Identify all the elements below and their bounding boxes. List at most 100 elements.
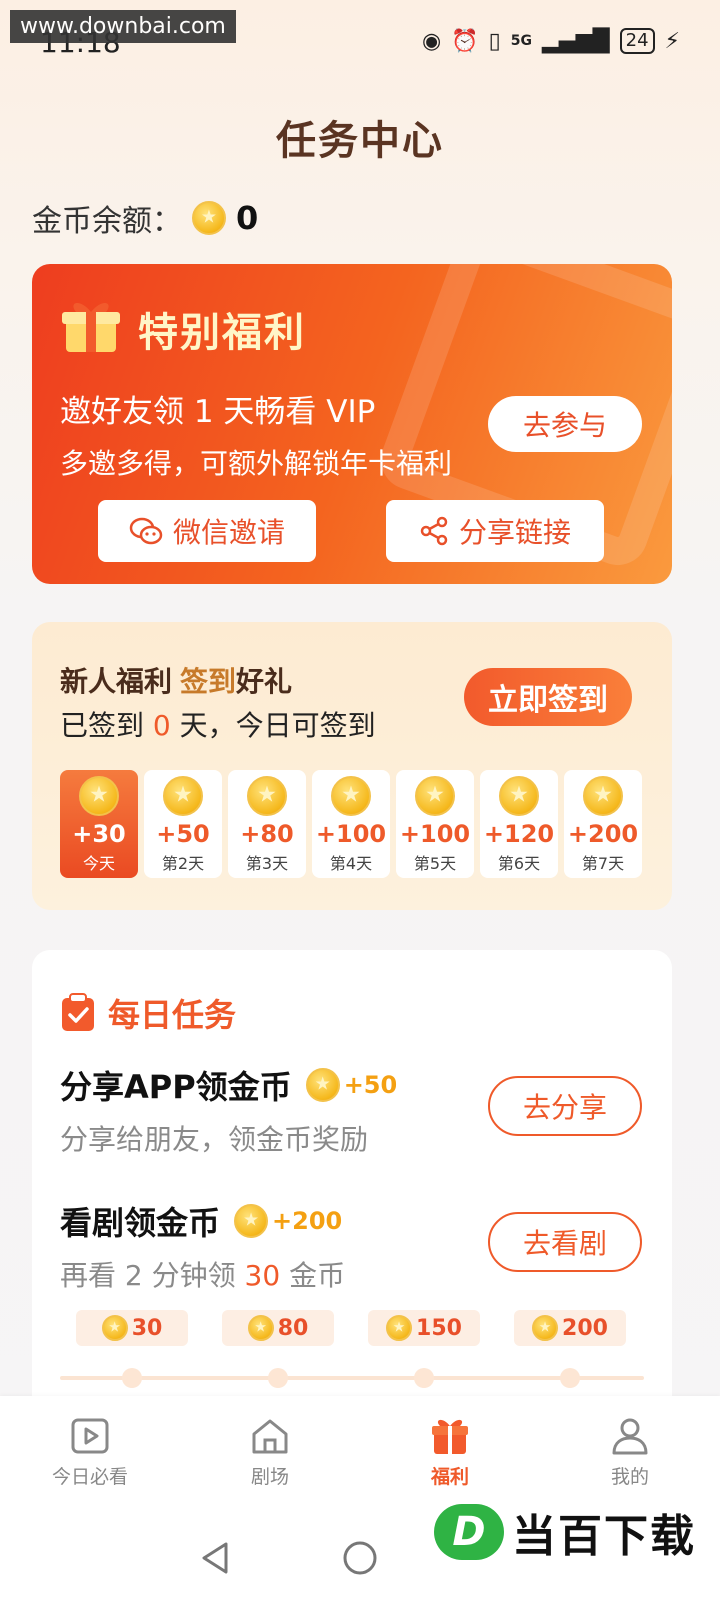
day-label: 第5天	[413, 854, 457, 873]
house-icon	[252, 1419, 288, 1453]
logo-text: 当百下载	[512, 1511, 696, 1562]
vibrate-icon: ▯	[488, 28, 501, 54]
milestone-badge: 200	[514, 1310, 626, 1346]
task-watch-desc-num: 30	[244, 1259, 281, 1292]
signin-days-count: 0	[152, 709, 171, 742]
day-label: 第4天	[329, 854, 373, 873]
back-icon[interactable]	[198, 1540, 232, 1576]
coin-icon	[305, 1068, 340, 1102]
network-label: 5G	[510, 33, 532, 49]
gift-icon	[432, 1419, 468, 1454]
coin-icon	[101, 1315, 128, 1341]
share-icon	[420, 516, 448, 546]
task-reward: +200	[234, 1204, 342, 1238]
coin-icon	[79, 776, 119, 816]
signin-button[interactable]: 立即签到	[464, 668, 632, 726]
signin-day[interactable]: +100 第5天	[396, 770, 474, 878]
site-logo: D 当百下载	[434, 1500, 696, 1564]
tab-welfare[interactable]: 福利	[385, 1414, 515, 1489]
signin-status: 已签到 0 天，今日可签到	[60, 704, 376, 744]
special-line-1: 邀好友领 1 天畅看 VIP	[60, 394, 376, 430]
share-link-label: 分享链接	[458, 516, 571, 549]
daily-tasks-title: 每日任务	[108, 996, 237, 1034]
special-benefit-card: 特别福利 邀好友领 1 天畅看 VIP 多邀多得，可额外解锁年卡福利 去参与 微…	[32, 264, 672, 584]
share-link-button[interactable]: 分享链接	[386, 500, 604, 562]
signin-day[interactable]: +120 第6天	[480, 770, 558, 878]
tab-label: 剧场	[250, 1465, 289, 1488]
signin-card: 新人福利签到好礼 已签到 0 天，今日可签到 立即签到 +30 今天 +50 第…	[32, 622, 672, 910]
day-amount: +80	[240, 820, 294, 848]
milestone-badge: 30	[76, 1310, 188, 1346]
signin-day[interactable]: +100 第4天	[312, 770, 390, 878]
day-amount: +120	[483, 820, 555, 848]
milestone-value: 30	[131, 1315, 163, 1341]
logo-mark: D	[434, 1504, 504, 1560]
milestone-badge: 80	[222, 1310, 334, 1346]
day-label: 今天	[82, 854, 115, 873]
charging-icon: ⚡	[664, 28, 680, 54]
tab-today[interactable]: 今日必看	[25, 1414, 155, 1489]
task-watch-title: 看剧领金币 +200	[60, 1198, 342, 1244]
signin-day[interactable]: +50 第2天	[144, 770, 222, 878]
special-title: 特别福利	[138, 310, 306, 356]
eye-icon: ◉	[422, 28, 442, 54]
watch-milestones: 30 80 150 200	[60, 1310, 644, 1390]
signin-title-main: 新人福利	[60, 665, 173, 698]
day-amount: +50	[156, 820, 210, 848]
signin-day[interactable]: +30 今天	[60, 770, 138, 878]
coin-icon	[331, 776, 371, 816]
coin-icon	[386, 1315, 413, 1341]
milestone-value: 150	[416, 1315, 462, 1341]
wechat-invite-button[interactable]: 微信邀请	[98, 500, 316, 562]
day-label: 第7天	[581, 854, 625, 873]
task-reward-amount: +200	[272, 1207, 343, 1235]
coin-icon	[583, 776, 623, 816]
day-amount: +30	[72, 820, 126, 848]
tab-label: 今日必看	[51, 1465, 128, 1488]
day-amount: +100	[315, 820, 387, 848]
gift-icon	[62, 302, 120, 352]
task-watch-desc-prefix: 再看 2 分钟领	[60, 1259, 245, 1292]
coin-balance: 金币余额： 0	[32, 196, 258, 240]
day-label: 第6天	[497, 854, 541, 873]
battery-icon: 24	[619, 28, 655, 54]
task-share-title: 分享APP领金币 +50	[60, 1062, 397, 1108]
alarm-icon: ⏰	[451, 28, 479, 54]
join-button[interactable]: 去参与	[488, 396, 642, 452]
milestone-track	[60, 1376, 644, 1380]
day-amount: +100	[399, 820, 471, 848]
go-watch-button[interactable]: 去看剧	[488, 1212, 642, 1272]
wechat-invite-label: 微信邀请	[172, 516, 285, 549]
tab-mine[interactable]: 我的	[565, 1414, 695, 1489]
balance-label: 金币余额：	[32, 204, 182, 239]
signal-icon: ▂▄▆█	[541, 28, 610, 54]
daily-tasks-header: 每日任务	[60, 990, 236, 1036]
balance-value: 0	[236, 199, 259, 237]
milestone-value: 200	[562, 1315, 608, 1341]
coin-icon	[247, 1315, 274, 1341]
task-reward: +50	[305, 1068, 397, 1102]
task-watch-desc-suffix: 金币	[280, 1259, 346, 1292]
task-title-text: 看剧领金币	[60, 1204, 221, 1242]
milestone-dot	[268, 1368, 288, 1388]
page-title: 任务中心	[276, 118, 444, 164]
milestone-value: 80	[277, 1315, 309, 1341]
go-share-button[interactable]: 去分享	[488, 1076, 642, 1136]
home-icon[interactable]	[342, 1540, 378, 1576]
watermark-url: www.downbai.com	[10, 10, 236, 43]
special-line-2: 多邀多得，可额外解锁年卡福利	[60, 447, 453, 480]
play-icon	[71, 1418, 109, 1453]
coin-icon	[499, 776, 539, 816]
signin-title-highlight: 签到	[180, 665, 237, 698]
signin-day[interactable]: +200 第7天	[564, 770, 642, 878]
signin-status-prefix: 已签到	[60, 709, 153, 742]
signin-day[interactable]: +80 第3天	[228, 770, 306, 878]
signin-title-gift: 好礼	[236, 665, 293, 698]
bottom-tab-bar: 今日必看 剧场 福利 我的	[0, 1396, 720, 1506]
tab-theater[interactable]: 剧场	[205, 1414, 335, 1489]
tab-label: 我的	[610, 1465, 649, 1488]
signin-status-suffix: 天，今日可签到	[170, 709, 376, 742]
coin-icon	[532, 1315, 559, 1341]
signin-title: 新人福利 签到好礼	[60, 660, 292, 700]
status-icons: ◉ ⏰ ▯ 5G ▂▄▆█ 24 ⚡	[422, 28, 680, 54]
